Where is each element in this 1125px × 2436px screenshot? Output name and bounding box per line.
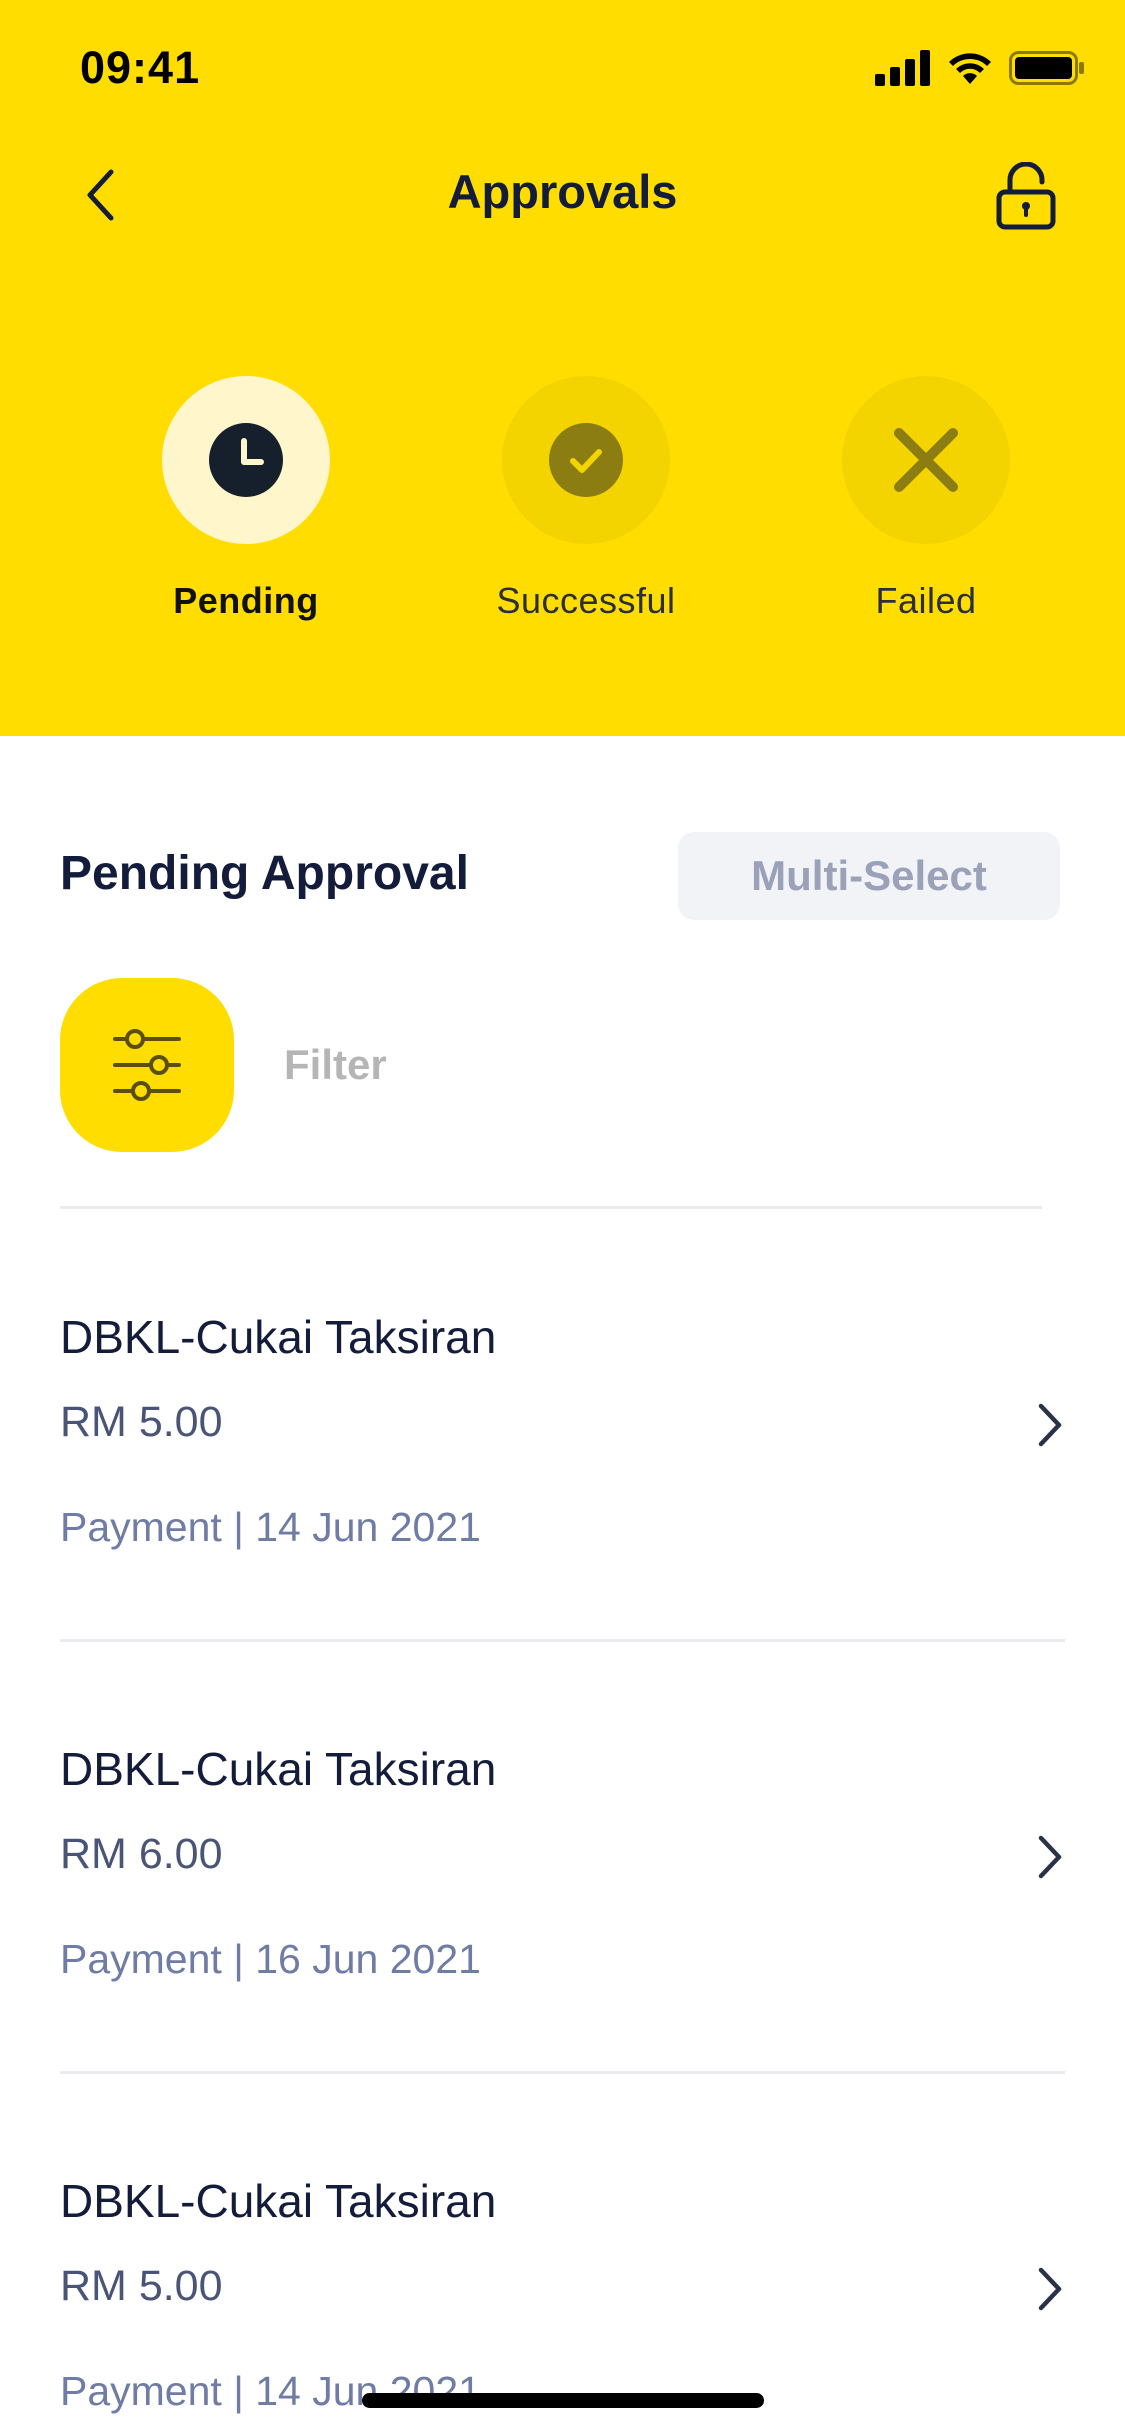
- chevron-right-icon: [1038, 2267, 1062, 2311]
- approval-title: DBKL-Cukai Taksiran: [60, 1311, 497, 1363]
- status-bar: 09:41: [0, 0, 1125, 140]
- nav-bar: Approvals: [0, 150, 1125, 240]
- tab-successful-circle: [502, 376, 670, 544]
- check-circle-icon: [549, 423, 623, 497]
- header: 09:41 Approvals Pending Successful Faile…: [0, 0, 1125, 736]
- sliders-icon: [113, 1029, 181, 1101]
- home-indicator[interactable]: [362, 2393, 764, 2408]
- approval-item[interactable]: DBKL-Cukai Taksiran RM 5.00 Payment | 14…: [0, 2074, 1125, 2436]
- approval-item[interactable]: DBKL-Cukai Taksiran RM 6.00 Payment | 16…: [0, 1642, 1125, 2074]
- battery-icon: [1009, 51, 1084, 85]
- divider: [60, 1206, 1042, 1209]
- approval-title: DBKL-Cukai Taksiran: [60, 1743, 497, 1795]
- section-title: Pending Approval: [60, 847, 469, 900]
- page-title: Approvals: [447, 165, 678, 218]
- chevron-right-icon: [1038, 1403, 1062, 1447]
- wifi-icon: [949, 53, 991, 84]
- approval-meta: Payment | 16 Jun 2021: [60, 1936, 481, 1982]
- tab-pending-label: Pending: [173, 580, 319, 621]
- chevron-right-icon: [1038, 1835, 1062, 1879]
- multi-select-button[interactable]: Multi-Select: [678, 832, 1060, 920]
- tab-failed[interactable]: Failed: [796, 376, 1056, 622]
- unlock-icon: [996, 162, 1056, 230]
- approval-amount: RM 6.00: [60, 1830, 223, 1878]
- status-tabs: Pending Successful Failed: [0, 376, 1125, 636]
- approval-amount: RM 5.00: [60, 2262, 223, 2310]
- clock-icon: [209, 423, 283, 497]
- filter-row[interactable]: Filter: [60, 978, 387, 1152]
- approval-item[interactable]: DBKL-Cukai Taksiran RM 5.00 Payment | 14…: [0, 1210, 1125, 1642]
- tab-successful-label: Successful: [496, 580, 676, 621]
- tab-failed-circle: [842, 376, 1010, 544]
- status-icons: [875, 50, 1085, 86]
- signal-icon: [875, 50, 930, 86]
- tab-pending-circle: [162, 376, 330, 544]
- tab-successful[interactable]: Successful: [456, 376, 716, 622]
- tab-pending[interactable]: Pending: [116, 376, 376, 622]
- filter-label: Filter: [284, 1041, 387, 1088]
- filter-button[interactable]: [60, 978, 234, 1152]
- approval-title: DBKL-Cukai Taksiran: [60, 2175, 497, 2227]
- status-time: 09:41: [80, 42, 201, 93]
- approval-list: DBKL-Cukai Taksiran RM 5.00 Payment | 14…: [0, 1210, 1125, 2436]
- approval-meta: Payment | 14 Jun 2021: [60, 1504, 481, 1550]
- approval-amount: RM 5.00: [60, 1398, 223, 1446]
- x-icon: [894, 428, 958, 492]
- content-area: Pending Approval Multi-Select Filter DBK…: [0, 736, 1125, 2436]
- tab-failed-label: Failed: [875, 580, 977, 621]
- lock-button[interactable]: [991, 158, 1061, 234]
